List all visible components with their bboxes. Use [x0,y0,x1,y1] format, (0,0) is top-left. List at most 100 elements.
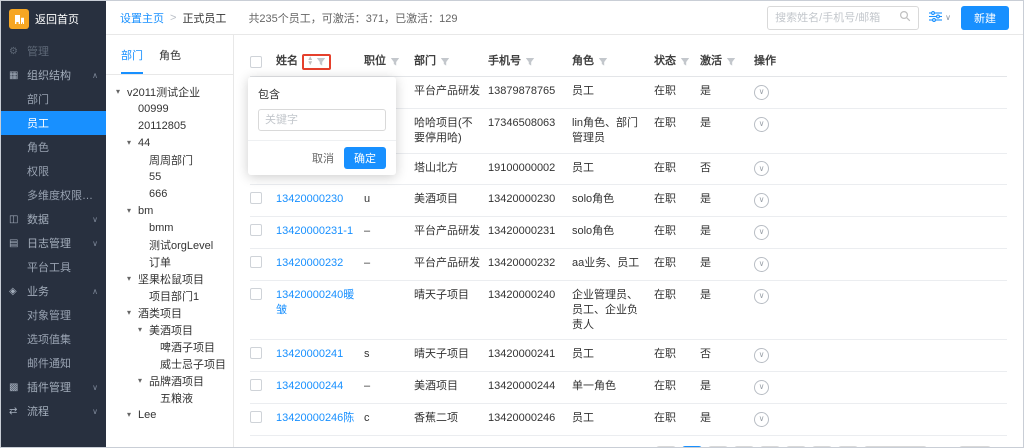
tab-role[interactable]: 角色 [159,47,181,74]
filter-condition-label[interactable]: 包含 [258,86,386,102]
department-tree: ▾v2011测试企业▾00999▾20112805▾44▾周周部门▾55▾666… [106,75,233,423]
search-icon[interactable] [899,10,911,25]
row-checkbox[interactable] [250,192,262,204]
sidebar-item-platform-tools[interactable]: 平台工具 [1,255,106,279]
tab-department[interactable]: 部门 [121,47,143,74]
sidebar-item-department[interactable]: 部门 [1,87,106,111]
operation-cell: ∨ [754,340,798,370]
tree-node[interactable]: ▾v2011测试企业 [106,83,233,100]
tree-node[interactable]: ▾啤酒子项目 [106,338,233,355]
more-pages-button[interactable]: ••• [812,446,833,447]
employee-name-link[interactable]: 13420000246陈 [276,412,354,424]
expand-row-icon[interactable]: ∨ [754,161,769,176]
status-cell: 在职 [654,154,700,183]
sidebar-item-manage[interactable]: ⚙管理 [1,39,106,63]
tree-node[interactable]: ▾44 [106,134,233,151]
sidebar-item-mail-notify[interactable]: 邮件通知 [1,351,106,375]
table-header-row: 姓名▲▼职位部门手机号角色状态激活操作 [250,47,1007,77]
employee-name-link[interactable]: 13420000244 [276,380,343,392]
prev-page-button[interactable]: ‹ [656,446,676,447]
filter-keyword-input[interactable] [258,109,386,131]
home-link[interactable]: 返回首页 [1,1,106,39]
sidebar-item-employee[interactable]: 员工 [1,111,106,135]
sidebar-item-permission[interactable]: 权限 [1,159,106,183]
sidebar-item-data[interactable]: ◫数据∨ [1,207,106,231]
filter-cancel-button[interactable]: 取消 [312,150,334,166]
page-button-3[interactable]: 3 [734,446,754,447]
search-input[interactable] [775,12,899,24]
tree-node[interactable]: ▾测试orgLevel [106,236,233,253]
expand-row-icon[interactable]: ∨ [754,257,769,272]
tree-node[interactable]: ▾55 [106,168,233,185]
sidebar-item-option-value-set[interactable]: 选项值集 [1,327,106,351]
tree-node[interactable]: ▾20112805 [106,117,233,134]
sidebar-item-object-manage[interactable]: 对象管理 [1,303,106,327]
row-checkbox[interactable] [250,347,262,359]
filter-icon[interactable] [525,57,535,67]
row-checkbox[interactable] [250,411,262,423]
tree-node[interactable]: ▾订单 [106,253,233,270]
row-checkbox[interactable] [250,288,262,300]
employee-name-link[interactable]: 13420000241 [276,348,343,360]
next-page-button[interactable]: › [838,446,858,447]
sidebar-item-plugin-manage[interactable]: ▩插件管理∨ [1,375,106,399]
filter-icon[interactable] [316,57,326,67]
filter-icon[interactable] [726,57,736,67]
tree-node[interactable]: ▾坚果松鼠项目 [106,270,233,287]
page-button-5[interactable]: 5 [786,446,806,447]
expand-row-icon[interactable]: ∨ [754,348,769,363]
sidebar-menu: ⚙管理▦组织结构∧部门员工角色权限多维度权限管理◫数据∨▤日志管理∨平台工具◈业… [1,39,106,423]
row-checkbox[interactable] [250,379,262,391]
tree-node-label: 项目部门1 [149,288,199,304]
expand-row-icon[interactable]: ∨ [754,117,769,132]
employee-name-link[interactable]: 13420000231-1 [276,225,353,237]
new-button[interactable]: 新建 [961,6,1009,30]
tree-node[interactable]: ▾威士忌子项目 [106,355,233,372]
sidebar-item-workflow[interactable]: ⇄流程∨ [1,399,106,423]
tree-node[interactable]: ▾品牌酒项目 [106,372,233,389]
employee-name-link[interactable]: 13420000240暖皱 [276,289,354,316]
page-button-1[interactable]: 1 [682,446,702,447]
expand-row-icon[interactable]: ∨ [754,85,769,100]
annotation-highlight: ▲▼ [302,54,331,70]
filter-icon[interactable] [598,57,608,67]
tree-node[interactable]: ▾项目部门1 [106,287,233,304]
row-checkbox[interactable] [250,224,262,236]
page-size-select[interactable]: 10 条/页∨ [864,446,927,447]
tree-node[interactable]: ▾酒类项目 [106,304,233,321]
sidebar-item-multi-dimension-permission[interactable]: 多维度权限管理 [1,183,106,207]
filter-icon[interactable] [390,57,400,67]
tree-node[interactable]: ▾Lee [106,406,233,423]
jump-page-input[interactable] [959,446,991,447]
expand-row-icon[interactable]: ∨ [754,225,769,240]
tree-node[interactable]: ▾美酒项目 [106,321,233,338]
expand-row-icon[interactable]: ∨ [754,193,769,208]
filter-icon[interactable] [680,57,690,67]
filter-icon[interactable] [440,57,450,67]
employee-name-link[interactable]: 13420000232 [276,257,343,269]
breadcrumb-home-link[interactable]: 设置主页 [120,10,164,26]
row-checkbox[interactable] [250,256,262,268]
tree-node[interactable]: ▾00999 [106,100,233,117]
sidebar-item-business[interactable]: ◈业务∧ [1,279,106,303]
employee-name-link[interactable]: 13420000230 [276,193,343,205]
expand-row-icon[interactable]: ∨ [754,412,769,427]
tree-node[interactable]: ▾bm [106,202,233,219]
tree-node[interactable]: ▾666 [106,185,233,202]
expand-row-icon[interactable]: ∨ [754,380,769,395]
page-button-4[interactable]: 4 [760,446,780,447]
select-all-checkbox[interactable] [250,56,262,68]
tree-node[interactable]: ▾bmm [106,219,233,236]
display-settings-button[interactable]: ∨ [929,11,951,25]
expand-row-icon[interactable]: ∨ [754,289,769,304]
sort-icon[interactable]: ▲▼ [307,57,313,65]
filter-confirm-button[interactable]: 确定 [344,147,386,169]
page-button-2[interactable]: 2 [708,446,728,447]
chevron-down-icon: ∨ [945,13,951,22]
sidebar-item-role[interactable]: 角色 [1,135,106,159]
sidebar-item-org-structure[interactable]: ▦组织结构∧ [1,63,106,87]
row-checkbox-cell [250,372,276,403]
sidebar-item-log-manage[interactable]: ▤日志管理∨ [1,231,106,255]
tree-node[interactable]: ▾周周部门 [106,151,233,168]
tree-node[interactable]: ▾五粮液 [106,389,233,406]
